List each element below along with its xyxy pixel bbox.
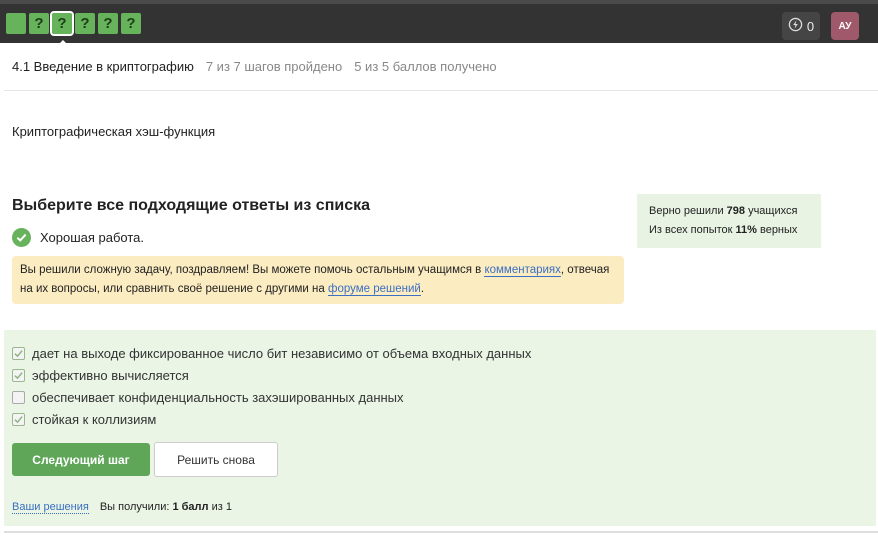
avatar[interactable]: АУ	[831, 12, 859, 40]
score-received: Вы получили: 1 балл из 1	[100, 501, 232, 514]
option-1[interactable]: дает на выходе фиксированное число бит н…	[12, 342, 531, 364]
option-3[interactable]: обеспечивает конфиденциальность захэширо…	[12, 386, 531, 408]
attempts-suffix: верных	[756, 224, 798, 236]
step-3-button-current[interactable]: ?	[50, 11, 74, 36]
feedback-text: Хорошая работа.	[40, 230, 145, 245]
step-title: Криптографическая хэш-функция	[12, 124, 216, 139]
energy-button[interactable]: 0	[782, 12, 820, 40]
option-4[interactable]: стойкая к коллизиям	[12, 408, 531, 430]
lightning-icon	[788, 17, 803, 35]
success-check-icon	[12, 228, 31, 247]
checkbox-checked-icon[interactable]	[12, 346, 25, 360]
comments-link[interactable]: комментариях	[484, 264, 561, 277]
top-navigation-bar: ? ? ? ? ? 0 АУ	[0, 0, 878, 48]
step-1-button[interactable]	[6, 13, 26, 34]
option-label: обеспечивает конфиденциальность захэширо…	[32, 389, 404, 405]
received-suffix: из 1	[208, 501, 232, 513]
lesson-title[interactable]: 4.1 Введение в криптографию	[12, 59, 194, 74]
solutions-forum-link[interactable]: форуме решений	[328, 283, 421, 296]
solve-again-button[interactable]: Решить снова	[154, 442, 278, 477]
received-value: 1 балл	[172, 501, 209, 513]
your-solutions-link[interactable]: Ваши решения	[12, 501, 89, 514]
congratulation-notice: Вы решили сложную задачу, поздравляем! В…	[12, 256, 624, 304]
attempts-percent: 11%	[735, 224, 757, 236]
step-4-button[interactable]: ?	[75, 13, 95, 34]
answer-options: дает на выходе фиксированное число бит н…	[12, 342, 531, 430]
solved-prefix: Верно решили	[649, 205, 727, 217]
received-prefix: Вы получили:	[99, 501, 173, 513]
option-label: эффективно вычисляется	[32, 367, 189, 383]
next-step-button[interactable]: Следующий шаг	[12, 443, 150, 476]
attempts-line: Из всех попыток 11% верных	[649, 221, 809, 240]
solved-count-line: Верно решили 798 учащихся	[649, 202, 809, 221]
lesson-header: 4.1 Введение в криптографию 7 из 7 шагов…	[4, 43, 878, 91]
lesson-progress: 7 из 7 шагов пройдено	[205, 59, 343, 74]
attempts-prefix: Из всех попыток	[649, 224, 736, 236]
step-6-button[interactable]: ?	[121, 13, 141, 34]
solve-stats-panel: Верно решили 798 учащихся Из всех попыто…	[637, 194, 821, 248]
option-2[interactable]: эффективно вычисляется	[12, 364, 531, 386]
option-label: стойкая к коллизиям	[32, 411, 157, 427]
lesson-score: 5 из 5 баллов получено	[354, 59, 497, 74]
answer-area: дает на выходе фиксированное число бит н…	[4, 330, 876, 526]
notice-text-after: .	[420, 283, 425, 295]
submission-footer: Ваши решения Вы получили: 1 балл из 1	[12, 501, 232, 514]
step-2-button[interactable]: ?	[29, 13, 49, 34]
energy-count: 0	[806, 18, 815, 34]
checkbox-checked-icon[interactable]	[12, 368, 25, 382]
feedback-row: Хорошая работа.	[12, 228, 144, 247]
question-heading: Выберите все подходящие ответы из списка	[12, 197, 370, 214]
divider	[4, 531, 878, 533]
solved-count: 798	[726, 205, 746, 217]
notice-text-before: Вы решили сложную задачу, поздравляем! В…	[20, 264, 485, 276]
checkbox-empty-icon[interactable]	[12, 390, 25, 404]
step-progress: ? ? ? ? ?	[6, 11, 141, 36]
checkbox-checked-icon[interactable]	[12, 412, 25, 426]
step-5-button[interactable]: ?	[98, 13, 118, 34]
solved-suffix: учащихся	[745, 205, 798, 217]
option-label: дает на выходе фиксированное число бит н…	[32, 345, 532, 361]
